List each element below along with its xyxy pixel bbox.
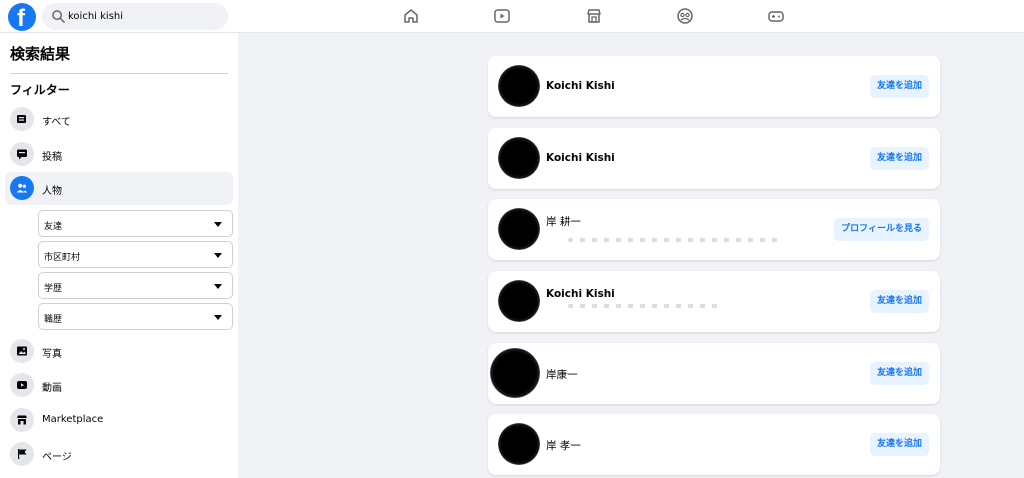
sidebar-item-label: 投稿 <box>42 152 62 163</box>
videos-icon <box>10 373 34 397</box>
result-card[interactable]: 岸康一 友達を追加 <box>488 343 940 404</box>
select-label: 市区町村 <box>44 253 81 263</box>
marketplace-icon[interactable] <box>585 7 603 25</box>
result-card[interactable]: Koichi Kishi 友達を追加 <box>488 271 940 332</box>
blurred-details <box>568 304 718 308</box>
result-card[interactable]: 岸 耕一 プロフィールを見る <box>488 199 940 260</box>
groups-icon[interactable] <box>676 7 694 25</box>
select-label: 友達 <box>44 222 63 232</box>
search-box[interactable] <box>42 3 228 30</box>
filter-sidebar: 検索結果 フィルター すべて 投稿 人物 友達 市区町村 学歴 職歴 写真 動画… <box>0 33 238 478</box>
add-friend-button[interactable]: 友達を追加 <box>869 290 929 313</box>
avatar[interactable] <box>490 348 540 398</box>
facebook-logo[interactable]: f <box>8 3 36 32</box>
sidebar-item-marketplace[interactable]: Marketplace <box>5 404 233 437</box>
chevron-down-icon <box>214 253 222 258</box>
select-label: 学歴 <box>44 284 63 294</box>
work-filter-select[interactable]: 職歴 <box>38 303 233 330</box>
sidebar-item-videos[interactable]: 動画 <box>5 369 233 402</box>
avatar[interactable] <box>498 65 540 107</box>
sidebar-item-people[interactable]: 人物 <box>5 172 233 205</box>
add-friend-button[interactable]: 友達を追加 <box>869 147 929 170</box>
city-filter-select[interactable]: 市区町村 <box>38 241 233 268</box>
sidebar-item-label: すべて <box>42 117 71 128</box>
result-name[interactable]: Koichi Kishi <box>546 288 615 300</box>
sidebar-title: 検索結果 <box>10 45 71 63</box>
result-card[interactable]: Koichi Kishi 友達を追加 <box>488 56 940 117</box>
add-friend-button[interactable]: 友達を追加 <box>869 433 929 456</box>
sidebar-item-label: 人物 <box>42 186 62 197</box>
avatar[interactable] <box>498 137 540 179</box>
chevron-down-icon <box>214 222 222 227</box>
sidebar-item-pages[interactable]: ページ <box>5 438 233 471</box>
people-icon <box>10 176 34 200</box>
result-name[interactable]: 岸 孝一 <box>546 438 581 453</box>
sidebar-item-posts[interactable]: 投稿 <box>5 138 233 171</box>
marketplace-icon <box>10 408 34 432</box>
filter-heading: フィルター <box>10 83 70 97</box>
sidebar-divider <box>10 73 228 74</box>
add-friend-button[interactable]: 友達を追加 <box>869 362 929 385</box>
sidebar-item-label: Marketplace <box>42 414 104 425</box>
result-name[interactable]: 岸康一 <box>546 367 578 382</box>
top-bar: f <box>0 0 1024 33</box>
result-name[interactable]: Koichi Kishi <box>546 152 615 164</box>
result-card[interactable]: 岸 孝一 友達を追加 <box>488 414 940 475</box>
avatar[interactable] <box>498 280 540 322</box>
sidebar-item-label: 写真 <box>42 349 62 360</box>
avatar[interactable] <box>498 423 540 465</box>
sidebar-item-label: 動画 <box>42 383 62 394</box>
home-icon[interactable] <box>402 7 420 25</box>
sidebar-item-label: ページ <box>42 452 72 463</box>
chevron-down-icon <box>214 284 222 289</box>
watch-icon[interactable] <box>493 7 511 25</box>
chevron-down-icon <box>214 315 222 320</box>
result-name[interactable]: Koichi Kishi <box>546 80 615 92</box>
flag-icon <box>10 442 34 466</box>
facebook-logo-letter: f <box>17 5 25 32</box>
friends-filter-select[interactable]: 友達 <box>38 210 233 237</box>
sidebar-item-all[interactable]: すべて <box>5 103 233 136</box>
avatar[interactable] <box>498 208 540 250</box>
blurred-details <box>568 238 778 242</box>
result-name[interactable]: 岸 耕一 <box>546 214 581 229</box>
select-label: 職歴 <box>44 315 63 325</box>
result-card[interactable]: Koichi Kishi 友達を追加 <box>488 128 940 189</box>
all-icon <box>10 107 34 131</box>
photos-icon <box>10 339 34 363</box>
search-icon <box>52 10 65 23</box>
add-friend-button[interactable]: 友達を追加 <box>869 75 929 98</box>
sidebar-item-photos[interactable]: 写真 <box>5 335 233 368</box>
education-filter-select[interactable]: 学歴 <box>38 272 233 299</box>
view-profile-button[interactable]: プロフィールを見る <box>834 218 929 241</box>
gaming-icon[interactable] <box>767 7 785 25</box>
search-input[interactable] <box>68 3 223 30</box>
posts-icon <box>10 142 34 166</box>
